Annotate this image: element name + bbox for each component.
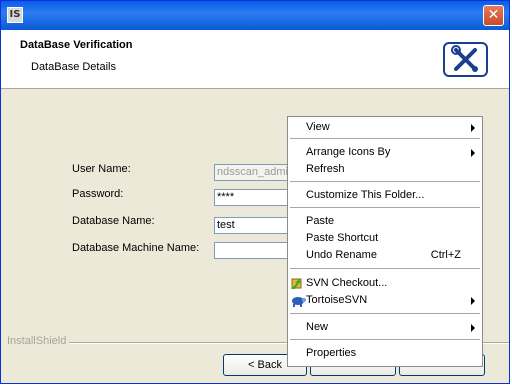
database-name-label: Database Name: — [72, 215, 155, 227]
submenu-arrow-icon — [471, 149, 475, 157]
page-title: DataBase Verification — [20, 39, 133, 51]
menu-item-properties[interactable]: Properties — [289, 345, 481, 362]
menu-item-refresh[interactable]: Refresh — [289, 161, 481, 178]
tortoisesvn-icon — [290, 292, 306, 308]
wizard-header: DataBase Verification DataBase Details — [1, 30, 509, 89]
menu-item-label: Customize This Folder... — [306, 189, 425, 201]
title-bar[interactable]: IS ✕ — [1, 1, 509, 30]
password-label: Password: — [72, 188, 124, 200]
submenu-arrow-icon — [471, 124, 475, 132]
app-icon: IS — [7, 7, 23, 23]
menu-separator — [290, 181, 480, 182]
close-button[interactable]: ✕ — [483, 5, 504, 26]
menu-item-label: SVN Checkout... — [306, 277, 388, 289]
menu-item-undo-rename[interactable]: Undo Rename Ctrl+Z — [289, 247, 481, 264]
machine-name-label: Database Machine Name: — [72, 242, 200, 254]
menu-item-arrange-icons[interactable]: Arrange Icons By — [289, 144, 481, 161]
submenu-arrow-icon — [471, 297, 475, 305]
installshield-brand: InstallShield — [7, 335, 67, 347]
submenu-arrow-icon — [471, 324, 475, 332]
menu-item-paste[interactable]: Paste — [289, 213, 481, 230]
menu-item-label: Undo Rename — [306, 249, 377, 261]
menu-separator — [290, 268, 480, 269]
menu-separator — [290, 138, 480, 139]
menu-separator — [290, 207, 480, 208]
menu-item-label: TortoiseSVN — [306, 294, 368, 306]
menu-item-paste-shortcut[interactable]: Paste Shortcut — [289, 230, 481, 247]
page-subtitle: DataBase Details — [31, 61, 116, 73]
user-name-label: User Name: — [72, 163, 131, 175]
menu-item-view[interactable]: View — [289, 119, 481, 136]
menu-item-label: Refresh — [306, 163, 345, 175]
menu-item-label: Properties — [306, 347, 357, 359]
menu-item-label: View — [306, 121, 330, 133]
menu-separator — [290, 339, 480, 340]
menu-item-label: Arrange Icons By — [306, 146, 391, 158]
menu-item-tortoisesvn[interactable]: TortoiseSVN — [289, 292, 481, 309]
tools-icon — [443, 42, 488, 77]
menu-item-label: New — [306, 321, 329, 333]
menu-item-shortcut: Ctrl+Z — [430, 249, 461, 261]
menu-item-label: Paste Shortcut — [306, 232, 379, 244]
menu-item-label: Paste — [306, 215, 335, 227]
menu-item-customize-folder[interactable]: Customize This Folder... — [289, 187, 481, 204]
menu-item-new[interactable]: New — [289, 319, 481, 336]
svn-checkout-icon — [290, 275, 306, 291]
menu-item-svn-checkout[interactable]: SVN Checkout... — [289, 275, 481, 292]
context-menu: View Arrange Icons By Refresh Customize … — [287, 116, 483, 367]
menu-separator — [290, 313, 480, 314]
